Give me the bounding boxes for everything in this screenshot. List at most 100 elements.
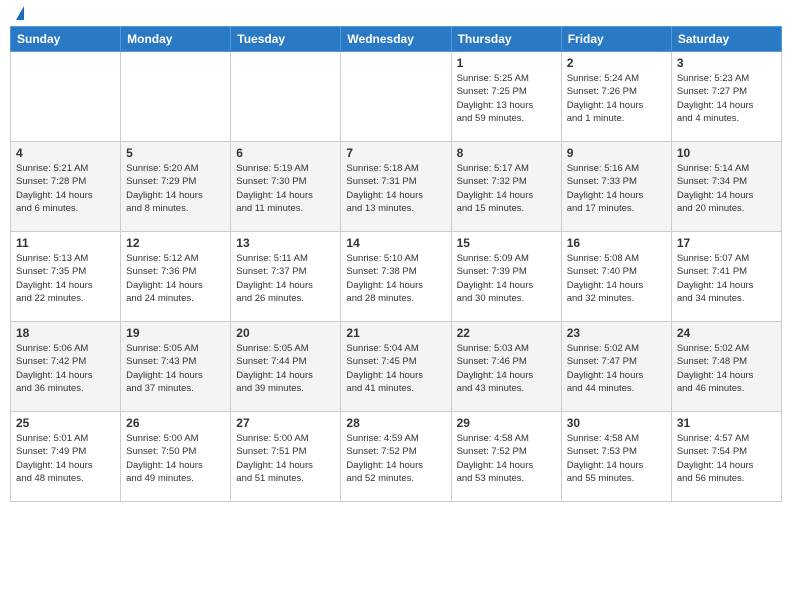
day-info: Sunrise: 5:07 AMSunset: 7:41 PMDaylight:… xyxy=(677,252,776,305)
calendar-cell: 22 Sunrise: 5:03 AMSunset: 7:46 PMDayligh… xyxy=(451,322,561,412)
day-info: Sunrise: 5:09 AMSunset: 7:39 PMDaylight:… xyxy=(457,252,556,305)
calendar-header-row: SundayMondayTuesdayWednesdayThursdayFrid… xyxy=(11,27,782,52)
calendar-cell: 10 Sunrise: 5:14 AMSunset: 7:34 PMDayligh… xyxy=(671,142,781,232)
day-number: 26 xyxy=(126,416,225,430)
calendar-cell xyxy=(231,52,341,142)
day-number: 3 xyxy=(677,56,776,70)
day-number: 4 xyxy=(16,146,115,160)
day-info: Sunrise: 5:14 AMSunset: 7:34 PMDaylight:… xyxy=(677,162,776,215)
calendar-cell: 29 Sunrise: 4:58 AMSunset: 7:52 PMDayligh… xyxy=(451,412,561,502)
day-number: 23 xyxy=(567,326,666,340)
day-info: Sunrise: 5:04 AMSunset: 7:45 PMDaylight:… xyxy=(346,342,445,395)
weekday-header-monday: Monday xyxy=(121,27,231,52)
calendar-cell: 18 Sunrise: 5:06 AMSunset: 7:42 PMDayligh… xyxy=(11,322,121,412)
day-number: 20 xyxy=(236,326,335,340)
day-number: 29 xyxy=(457,416,556,430)
day-number: 27 xyxy=(236,416,335,430)
day-info: Sunrise: 5:08 AMSunset: 7:40 PMDaylight:… xyxy=(567,252,666,305)
day-number: 17 xyxy=(677,236,776,250)
calendar-cell: 17 Sunrise: 5:07 AMSunset: 7:41 PMDayligh… xyxy=(671,232,781,322)
day-info: Sunrise: 5:13 AMSunset: 7:35 PMDaylight:… xyxy=(16,252,115,305)
weekday-header-saturday: Saturday xyxy=(671,27,781,52)
day-info: Sunrise: 5:01 AMSunset: 7:49 PMDaylight:… xyxy=(16,432,115,485)
day-number: 10 xyxy=(677,146,776,160)
calendar-cell: 6 Sunrise: 5:19 AMSunset: 7:30 PMDaylight… xyxy=(231,142,341,232)
calendar-cell: 12 Sunrise: 5:12 AMSunset: 7:36 PMDayligh… xyxy=(121,232,231,322)
day-number: 2 xyxy=(567,56,666,70)
calendar-cell: 20 Sunrise: 5:05 AMSunset: 7:44 PMDayligh… xyxy=(231,322,341,412)
day-info: Sunrise: 5:00 AMSunset: 7:50 PMDaylight:… xyxy=(126,432,225,485)
day-info: Sunrise: 5:23 AMSunset: 7:27 PMDaylight:… xyxy=(677,72,776,125)
calendar-week-1: 1 Sunrise: 5:25 AMSunset: 7:25 PMDaylight… xyxy=(11,52,782,142)
calendar-cell xyxy=(121,52,231,142)
day-info: Sunrise: 5:18 AMSunset: 7:31 PMDaylight:… xyxy=(346,162,445,215)
day-info: Sunrise: 4:58 AMSunset: 7:53 PMDaylight:… xyxy=(567,432,666,485)
calendar-cell: 11Sunrise: 5:13 AMSunset: 7:35 PMDayligh… xyxy=(11,232,121,322)
calendar-cell: 26 Sunrise: 5:00 AMSunset: 7:50 PMDayligh… xyxy=(121,412,231,502)
day-info: Sunrise: 5:12 AMSunset: 7:36 PMDaylight:… xyxy=(126,252,225,305)
weekday-header-thursday: Thursday xyxy=(451,27,561,52)
day-number: 21 xyxy=(346,326,445,340)
calendar-cell: 3 Sunrise: 5:23 AMSunset: 7:27 PMDaylight… xyxy=(671,52,781,142)
day-number: 31 xyxy=(677,416,776,430)
logo-triangle-icon xyxy=(16,6,24,20)
day-info: Sunrise: 5:16 AMSunset: 7:33 PMDaylight:… xyxy=(567,162,666,215)
day-info: Sunrise: 4:57 AMSunset: 7:54 PMDaylight:… xyxy=(677,432,776,485)
day-info: Sunrise: 4:59 AMSunset: 7:52 PMDaylight:… xyxy=(346,432,445,485)
calendar-cell: 27 Sunrise: 5:00 AMSunset: 7:51 PMDayligh… xyxy=(231,412,341,502)
day-info: Sunrise: 5:05 AMSunset: 7:43 PMDaylight:… xyxy=(126,342,225,395)
calendar-week-2: 4 Sunrise: 5:21 AMSunset: 7:28 PMDaylight… xyxy=(11,142,782,232)
day-number: 12 xyxy=(126,236,225,250)
calendar-cell: 16 Sunrise: 5:08 AMSunset: 7:40 PMDayligh… xyxy=(561,232,671,322)
calendar-cell: 24 Sunrise: 5:02 AMSunset: 7:48 PMDayligh… xyxy=(671,322,781,412)
day-number: 15 xyxy=(457,236,556,250)
calendar-week-3: 11Sunrise: 5:13 AMSunset: 7:35 PMDayligh… xyxy=(11,232,782,322)
day-number: 16 xyxy=(567,236,666,250)
day-number: 28 xyxy=(346,416,445,430)
day-number: 8 xyxy=(457,146,556,160)
day-info: Sunrise: 5:25 AMSunset: 7:25 PMDaylight:… xyxy=(457,72,556,125)
day-number: 7 xyxy=(346,146,445,160)
day-number: 6 xyxy=(236,146,335,160)
calendar-cell: 28 Sunrise: 4:59 AMSunset: 7:52 PMDayligh… xyxy=(341,412,451,502)
day-number: 24 xyxy=(677,326,776,340)
calendar-cell: 31 Sunrise: 4:57 AMSunset: 7:54 PMDayligh… xyxy=(671,412,781,502)
day-number: 13 xyxy=(236,236,335,250)
day-number: 30 xyxy=(567,416,666,430)
calendar-cell: 13 Sunrise: 5:11 AMSunset: 7:37 PMDayligh… xyxy=(231,232,341,322)
calendar-cell xyxy=(11,52,121,142)
calendar-cell: 2 Sunrise: 5:24 AMSunset: 7:26 PMDaylight… xyxy=(561,52,671,142)
day-info: Sunrise: 5:10 AMSunset: 7:38 PMDaylight:… xyxy=(346,252,445,305)
calendar-cell: 1 Sunrise: 5:25 AMSunset: 7:25 PMDaylight… xyxy=(451,52,561,142)
calendar-cell: 5Sunrise: 5:20 AMSunset: 7:29 PMDaylight… xyxy=(121,142,231,232)
day-info: Sunrise: 5:05 AMSunset: 7:44 PMDaylight:… xyxy=(236,342,335,395)
day-info: Sunrise: 5:02 AMSunset: 7:48 PMDaylight:… xyxy=(677,342,776,395)
day-number: 19 xyxy=(126,326,225,340)
day-number: 9 xyxy=(567,146,666,160)
day-info: Sunrise: 5:19 AMSunset: 7:30 PMDaylight:… xyxy=(236,162,335,215)
day-info: Sunrise: 5:11 AMSunset: 7:37 PMDaylight:… xyxy=(236,252,335,305)
weekday-header-sunday: Sunday xyxy=(11,27,121,52)
page-header xyxy=(10,10,782,20)
day-info: Sunrise: 5:21 AMSunset: 7:28 PMDaylight:… xyxy=(16,162,115,215)
calendar-week-5: 25 Sunrise: 5:01 AMSunset: 7:49 PMDayligh… xyxy=(11,412,782,502)
day-number: 14 xyxy=(346,236,445,250)
calendar-cell: 9 Sunrise: 5:16 AMSunset: 7:33 PMDaylight… xyxy=(561,142,671,232)
calendar-table: SundayMondayTuesdayWednesdayThursdayFrid… xyxy=(10,26,782,502)
day-info: Sunrise: 5:03 AMSunset: 7:46 PMDaylight:… xyxy=(457,342,556,395)
calendar-cell: 8Sunrise: 5:17 AMSunset: 7:32 PMDaylight… xyxy=(451,142,561,232)
day-number: 22 xyxy=(457,326,556,340)
calendar-cell: 23Sunrise: 5:02 AMSunset: 7:47 PMDayligh… xyxy=(561,322,671,412)
day-number: 25 xyxy=(16,416,115,430)
calendar-cell: 4 Sunrise: 5:21 AMSunset: 7:28 PMDaylight… xyxy=(11,142,121,232)
day-info: Sunrise: 4:58 AMSunset: 7:52 PMDaylight:… xyxy=(457,432,556,485)
calendar-week-4: 18 Sunrise: 5:06 AMSunset: 7:42 PMDayligh… xyxy=(11,322,782,412)
day-number: 1 xyxy=(457,56,556,70)
day-info: Sunrise: 5:24 AMSunset: 7:26 PMDaylight:… xyxy=(567,72,666,125)
day-number: 18 xyxy=(16,326,115,340)
calendar-cell: 30 Sunrise: 4:58 AMSunset: 7:53 PMDayligh… xyxy=(561,412,671,502)
calendar-cell: 21 Sunrise: 5:04 AMSunset: 7:45 PMDayligh… xyxy=(341,322,451,412)
day-info: Sunrise: 5:00 AMSunset: 7:51 PMDaylight:… xyxy=(236,432,335,485)
day-info: Sunrise: 5:06 AMSunset: 7:42 PMDaylight:… xyxy=(16,342,115,395)
calendar-cell: 25 Sunrise: 5:01 AMSunset: 7:49 PMDayligh… xyxy=(11,412,121,502)
